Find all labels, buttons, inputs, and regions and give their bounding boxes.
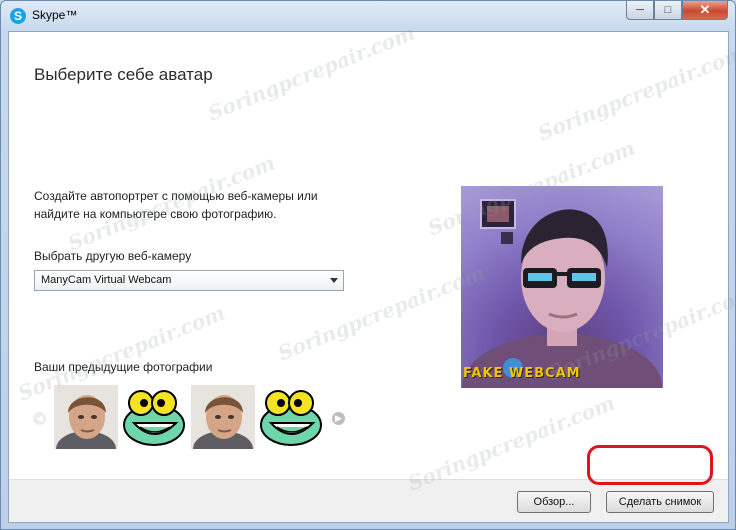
thumbnail-man-photo[interactable] [191, 385, 255, 449]
browse-button[interactable]: Обзор... [517, 491, 591, 513]
thumbnail-frog-cartoon[interactable] [259, 385, 323, 449]
fake-webcam-badge: FAKE WEBCAM [463, 366, 581, 381]
webcam-select[interactable]: ManyCam Virtual Webcam [34, 270, 344, 291]
previous-arrow-icon[interactable]: ◀ [33, 412, 46, 425]
previous-photos-strip: ◀ ▶ [31, 385, 349, 453]
camera-select-label: Выбрать другую веб-камеру [34, 249, 192, 263]
thumbnail-frog-cartoon[interactable] [122, 385, 186, 449]
webcam-person-image [462, 199, 662, 388]
window-title: Skype™ [32, 8, 78, 22]
window-controls: ─ □ ✕ [626, 1, 728, 20]
thumbnail-man-photo[interactable] [54, 385, 118, 449]
chevron-down-icon [330, 278, 338, 283]
dialog-footer: Обзор... Сделать снимок [9, 479, 728, 522]
maximize-button[interactable]: □ [654, 1, 682, 20]
close-button[interactable]: ✕ [682, 1, 728, 20]
minimize-button[interactable]: ─ [626, 1, 654, 20]
skype-logo-icon: S [10, 8, 26, 24]
previous-photos-label: Ваши предыдущие фотографии [34, 360, 213, 374]
snapshot-button-highlight [587, 445, 713, 485]
description-text: Создайте автопортрет с помощью веб-камер… [34, 189, 318, 221]
next-arrow-icon[interactable]: ▶ [332, 412, 345, 425]
page-title: Выберите себе аватар [34, 65, 213, 84]
webcam-select-value: ManyCam Virtual Webcam [41, 274, 172, 286]
webcam-preview: FAKE WEBCAM [461, 186, 663, 388]
title-bar: S Skype™ ─ □ ✕ [1, 1, 735, 31]
take-snapshot-button[interactable]: Сделать снимок [606, 491, 714, 513]
